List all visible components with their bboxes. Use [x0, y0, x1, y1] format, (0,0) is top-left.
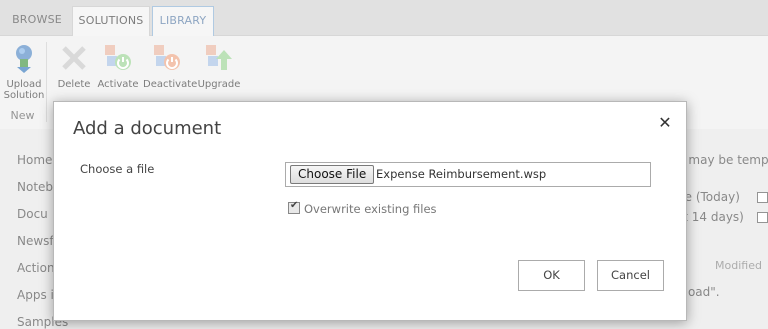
selected-file-name: Expense Reimbursement.wsp: [376, 167, 547, 181]
close-icon[interactable]: ✕: [655, 113, 675, 133]
choose-file-label: Choose a file: [80, 162, 155, 176]
add-document-dialog: Add a document ✕ Choose a file Choose Fi…: [53, 101, 687, 321]
overwrite-label: Overwrite existing files: [304, 202, 437, 216]
cancel-button[interactable]: Cancel: [597, 260, 664, 291]
overwrite-option[interactable]: ✔ Overwrite existing files: [288, 200, 437, 216]
file-input[interactable]: Choose File Expense Reimbursement.wsp: [285, 162, 651, 187]
overwrite-checkbox[interactable]: ✔: [288, 200, 300, 214]
choose-file-button[interactable]: Choose File: [290, 165, 375, 184]
ok-button[interactable]: OK: [518, 260, 585, 291]
dialog-title: Add a document: [73, 118, 222, 139]
checkmark-icon: ✔: [290, 200, 299, 211]
